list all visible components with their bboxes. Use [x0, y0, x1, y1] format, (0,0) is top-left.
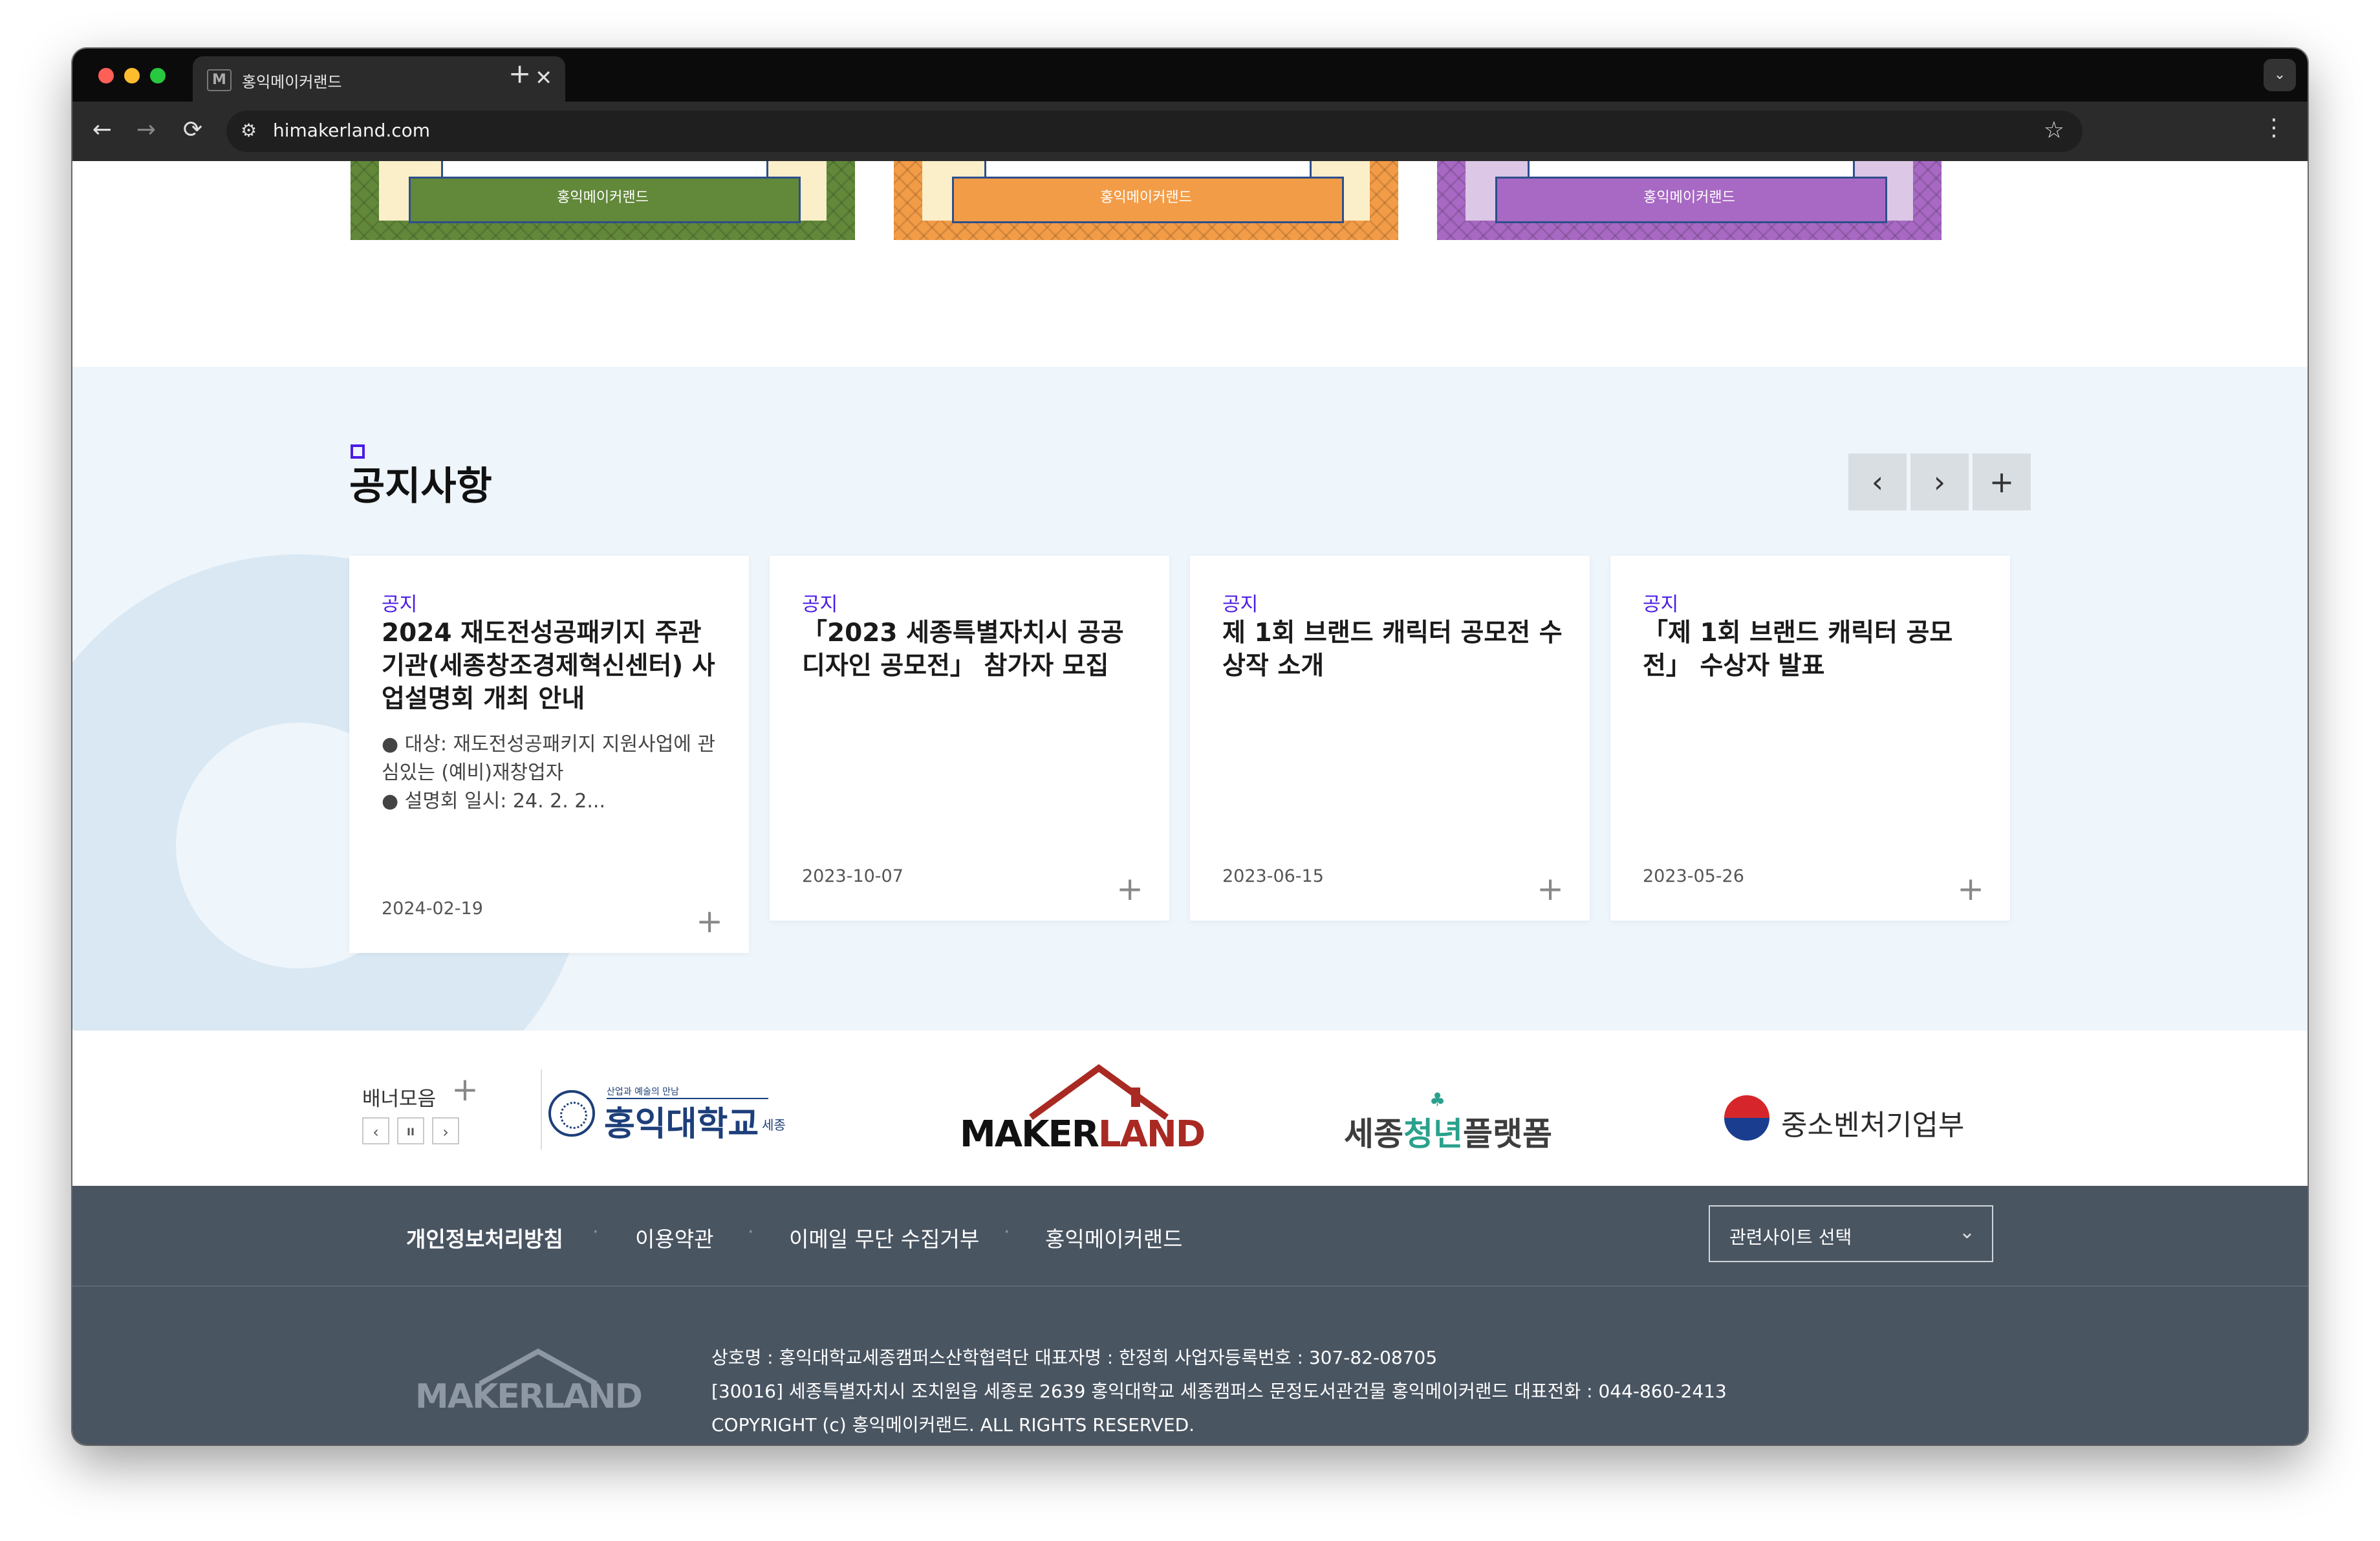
- notice-card-title[interactable]: 「제 1회 브랜드 캐릭터 공모전」 수상자 발표: [1643, 617, 1984, 683]
- forward-icon[interactable]: →: [132, 116, 160, 144]
- banner-collection: 배너모음 + ‹ II › 산업과 예술의 만남 홍익대학교 세종 MAKERL…: [72, 1031, 2308, 1186]
- browser-toolbar: ← → ⟳ ⚙ himakerland.com ☆ ⋮: [72, 102, 2308, 162]
- notice-date: 2024-02-19: [382, 899, 483, 919]
- notice-category: 공지: [382, 593, 418, 616]
- notice-card-4[interactable]: 공지 「제 1회 브랜드 캐릭터 공모전」 수상자 발표 2023-05-26 …: [1610, 556, 2010, 921]
- site-footer: 개인정보처리방침 · 이용약관 · 이메일 무단 수집거부 · 홍익메이커랜드 …: [72, 1186, 2308, 1445]
- taegeuk-icon: [1724, 1095, 1769, 1141]
- footer-makerland-logo: MAKERLAND: [415, 1348, 643, 1419]
- banner-collection-label: 배너모음: [362, 1087, 437, 1111]
- notice-prev-button[interactable]: ‹: [1848, 454, 1907, 510]
- new-tab-button[interactable]: +: [508, 60, 531, 87]
- plus-icon[interactable]: +: [696, 905, 723, 937]
- notice-card-desc: ● 대상: 재도전성공패키지 지원사업에 관심있는 (예비)재창업자 ● 설명회…: [382, 733, 716, 813]
- site-info-icon[interactable]: ⚙: [241, 120, 257, 141]
- notice-card-title[interactable]: 「2023 세종특별자치시 공공디자인 공모전」 참가자 모집: [802, 617, 1143, 683]
- banner-pause-button[interactable]: II: [397, 1117, 424, 1144]
- notice-card-title[interactable]: 2024 재도전성공패키지 주관기관(세종창조경제혁신센터) 사업설명회 개최 …: [382, 617, 723, 716]
- notice-date: 2023-05-26: [1643, 866, 1744, 886]
- sejong-youth-platform-logo[interactable]: ♣ 세종청년플랫폼: [1344, 1089, 1552, 1155]
- footer-link-email-refusal[interactable]: 이메일 무단 수집거부: [789, 1222, 979, 1253]
- close-window-button[interactable]: [98, 68, 114, 83]
- sprout-icon: ♣: [1429, 1089, 1446, 1110]
- notice-date: 2023-10-07: [802, 866, 903, 886]
- related-sites-select[interactable]: 관련사이트 선택 ⌄: [1709, 1205, 1993, 1262]
- address-bar[interactable]: ⚙ himakerland.com ☆: [226, 111, 2082, 152]
- university-seal-icon: [548, 1090, 595, 1137]
- notice-date: 2023-06-15: [1222, 866, 1324, 886]
- notice-section: 공지사항 ‹ › + 공지 2024 재도전성공패키지 주관기관(세종창조경제혁…: [72, 367, 2308, 1031]
- footer-link-terms[interactable]: 이용약관: [635, 1222, 713, 1253]
- banner-next-button[interactable]: ›: [432, 1117, 459, 1144]
- footer-link-privacy[interactable]: 개인정보처리방침: [406, 1222, 563, 1253]
- notice-category: 공지: [1222, 593, 1259, 616]
- banner-more-icon[interactable]: +: [451, 1073, 479, 1106]
- notice-category: 공지: [802, 593, 838, 616]
- plus-icon[interactable]: +: [1537, 873, 1564, 905]
- program-banner-label: 홍익메이커랜드: [557, 190, 649, 206]
- program-banner-label: 홍익메이커랜드: [1643, 190, 1735, 206]
- browser-menu-icon[interactable]: ⋮: [2262, 115, 2286, 141]
- notice-more-button[interactable]: +: [1973, 454, 2031, 510]
- footer-links: 개인정보처리방침 · 이용약관 · 이메일 무단 수집거부 · 홍익메이커랜드 …: [72, 1186, 2308, 1287]
- browser-window: M 홍익메이커랜드 ✕ + ⌄ ← → ⟳ ⚙ himakerland.com …: [72, 49, 2308, 1445]
- notice-card-2[interactable]: 공지 「2023 세종특별자치시 공공디자인 공모전」 참가자 모집 2023-…: [770, 556, 1169, 921]
- notice-category: 공지: [1643, 593, 1679, 616]
- program-banner-label: 홍익메이커랜드: [1100, 190, 1192, 206]
- web-page: 홍익메이커랜드 홍익메이커랜드 홍익메이커랜드 공지사항 ‹ › + 공지 20…: [72, 161, 2308, 1445]
- footer-company-info: 상호명 : 홍익대학교세종캠퍼스산학협력단 대표자명 : 한정희 사업자등록번호…: [711, 1347, 1438, 1368]
- tab-bar: M 홍익메이커랜드 ✕ + ⌄: [72, 49, 2308, 102]
- url-text[interactable]: himakerland.com: [273, 120, 430, 141]
- footer-copyright: COPYRIGHT (c) 홍익메이커랜드. ALL RIGHTS RESERV…: [711, 1414, 1195, 1436]
- plus-icon[interactable]: +: [1957, 873, 1984, 905]
- program-banner-1[interactable]: 홍익메이커랜드: [351, 161, 855, 240]
- tab-close-icon[interactable]: ✕: [535, 65, 552, 90]
- footer-address: [30016] 세종특별자치시 조치원읍 세종로 2639 홍익대학교 세종캠퍼…: [711, 1381, 1727, 1402]
- tab-title: 홍익메이커랜드: [242, 73, 342, 91]
- banner-prev-button[interactable]: ‹: [362, 1117, 389, 1144]
- reload-icon[interactable]: ⟳: [178, 116, 207, 144]
- notice-card-1[interactable]: 공지 2024 재도전성공패키지 주관기관(세종창조경제혁신센터) 사업설명회 …: [349, 556, 749, 953]
- notice-title: 공지사항: [349, 464, 492, 509]
- back-icon[interactable]: ←: [88, 116, 116, 144]
- notice-card-3[interactable]: 공지 제 1회 브랜드 캐릭터 공모전 수상작 소개 2023-06-15 +: [1190, 556, 1590, 921]
- minimize-window-button[interactable]: [124, 68, 140, 83]
- program-banner-2[interactable]: 홍익메이커랜드: [894, 161, 1398, 240]
- chevron-down-icon: ⌄: [1958, 1221, 1975, 1243]
- plus-icon[interactable]: +: [1116, 873, 1143, 905]
- maximize-window-button[interactable]: [150, 68, 166, 83]
- favicon-icon: M: [207, 69, 232, 91]
- notice-next-button[interactable]: ›: [1910, 454, 1969, 510]
- makerland-logo[interactable]: MAKERLAND: [953, 1062, 1206, 1159]
- notice-card-title[interactable]: 제 1회 브랜드 캐릭터 공모전 수상작 소개: [1222, 617, 1564, 683]
- hongik-university-logo[interactable]: 산업과 예술의 만남 홍익대학교 세종: [548, 1085, 794, 1156]
- program-banner-3[interactable]: 홍익메이커랜드: [1437, 161, 1942, 240]
- house-roof-icon: [1029, 1064, 1169, 1120]
- tab-search-dropdown-icon[interactable]: ⌄: [2264, 59, 2296, 91]
- footer-link-makerland[interactable]: 홍익메이커랜드: [1045, 1222, 1183, 1253]
- bookmark-star-icon[interactable]: ☆: [2044, 117, 2064, 144]
